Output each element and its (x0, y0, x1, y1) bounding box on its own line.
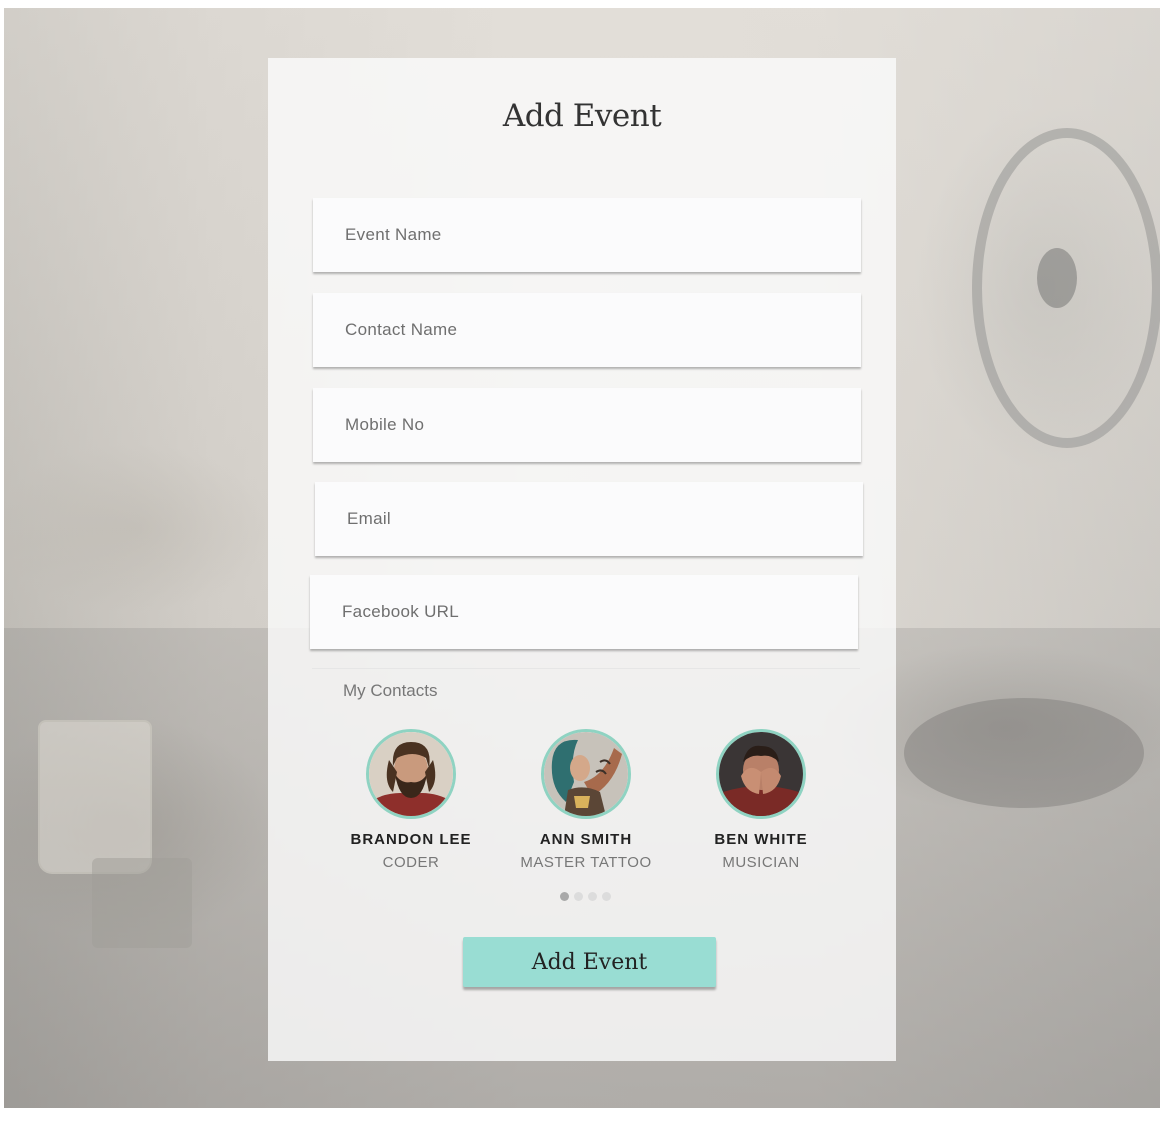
carousel-pagination (560, 892, 611, 901)
event-name-input[interactable] (313, 198, 861, 272)
contact-card-ann-smith[interactable]: ANN SMITH MASTER TATTOO (501, 729, 671, 871)
facebook-url-input[interactable] (310, 575, 858, 649)
contact-role: MUSICIAN (722, 854, 800, 871)
cup-image (92, 858, 192, 948)
section-divider (312, 668, 860, 669)
page-title: Add Event (502, 98, 662, 134)
contact-name-input[interactable] (313, 293, 861, 367)
contact-card-brandon-lee[interactable]: BRANDON LEE CODER (326, 729, 496, 871)
carousel-dot[interactable] (574, 892, 583, 901)
my-contacts-label: My Contacts (343, 681, 438, 700)
person-photo-icon (719, 732, 803, 816)
email-input[interactable] (315, 482, 863, 556)
avatar[interactable] (541, 729, 631, 819)
carousel-dot[interactable] (560, 892, 569, 901)
contact-name: ANN SMITH (539, 831, 633, 848)
avatar[interactable] (716, 729, 806, 819)
person-photo-icon (369, 732, 453, 816)
contact-name: BRANDON LEE (350, 831, 472, 848)
film-reel-image (972, 128, 1160, 448)
contact-role: CODER (382, 854, 440, 871)
contact-role: MASTER TATTOO (520, 854, 652, 871)
carousel-dot[interactable] (588, 892, 597, 901)
turntable-image (904, 698, 1144, 808)
mobile-no-input[interactable] (313, 388, 861, 462)
person-photo-icon (544, 732, 628, 816)
add-event-button[interactable]: Add Event (463, 937, 716, 987)
avatar[interactable] (366, 729, 456, 819)
glass-image (38, 720, 152, 874)
carousel-dot[interactable] (602, 892, 611, 901)
contact-name: BEN WHITE (714, 831, 808, 848)
contact-card-ben-white[interactable]: BEN WHITE MUSICIAN (676, 729, 846, 871)
